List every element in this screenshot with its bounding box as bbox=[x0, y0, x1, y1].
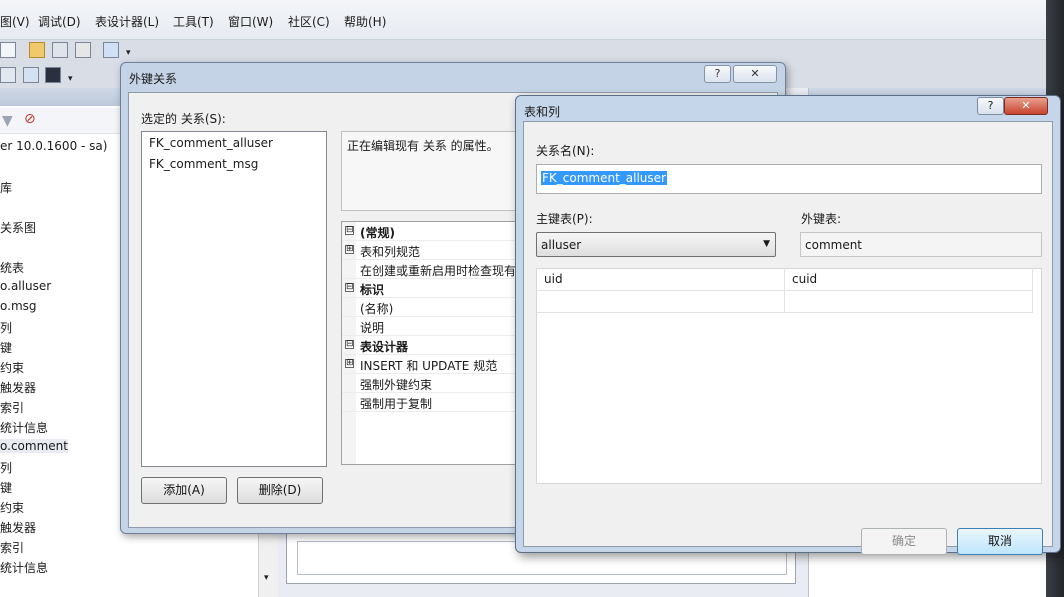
tree-item[interactable]: 触发器 bbox=[0, 379, 36, 396]
property-label: 在创建或重新启用时检查现有 bbox=[360, 264, 517, 278]
designer-toolbar: ▾ bbox=[0, 64, 140, 88]
property-label: 表设计器 bbox=[360, 340, 409, 354]
foreign-table-value: comment bbox=[805, 238, 863, 252]
property-label: 强制用于复制 bbox=[360, 397, 433, 411]
standard-toolbar: ▾ bbox=[0, 40, 140, 62]
image-icon[interactable] bbox=[103, 42, 119, 58]
cancel-button[interactable]: 取消 bbox=[957, 528, 1043, 555]
tree-item[interactable]: 统表 bbox=[0, 259, 24, 276]
tree-item[interactable]: 列 bbox=[0, 319, 12, 336]
tree-item[interactable]: 关系图 bbox=[0, 219, 36, 236]
chart-icon[interactable] bbox=[45, 67, 61, 83]
pk-column-cell[interactable] bbox=[537, 291, 785, 313]
relationship-list[interactable]: FK_comment_alluser FK_comment_msg bbox=[141, 131, 327, 467]
clear-filter-icon[interactable]: ⊘ bbox=[24, 111, 36, 127]
fk-column-cell[interactable]: cuid bbox=[785, 269, 1033, 291]
tree-item[interactable]: 键 bbox=[0, 339, 12, 356]
collapse-icon[interactable]: ⊟ bbox=[345, 226, 354, 235]
menu-debug[interactable]: 调试(D) bbox=[38, 13, 81, 30]
list-item[interactable]: FK_comment_alluser bbox=[149, 136, 273, 150]
collapse-icon[interactable]: ⊟ bbox=[345, 283, 354, 292]
close-button[interactable]: ✕ bbox=[1004, 97, 1048, 115]
chevron-down-icon: ▼ bbox=[763, 239, 770, 249]
menu-view[interactable]: 图(V) bbox=[0, 13, 30, 30]
tree-item[interactable]: 统计信息 bbox=[0, 419, 48, 436]
fk-column-cell[interactable] bbox=[785, 291, 1033, 313]
foreign-table-field: comment bbox=[800, 232, 1042, 257]
chevron-down-icon[interactable]: ▾ bbox=[126, 48, 131, 58]
dialog-body: 关系名(N): FK_comment_alluser 主键表(P): 外键表: … bbox=[523, 121, 1053, 555]
expand-icon[interactable]: ⊞ bbox=[345, 359, 354, 368]
menu-bar: 图(V) 调试(D) 表设计器(L) 工具(T) 窗口(W) 社区(C) 帮助(… bbox=[0, 0, 1064, 40]
menu-window[interactable]: 窗口(W) bbox=[228, 13, 273, 30]
chevron-down-icon[interactable]: ▾ bbox=[68, 74, 73, 84]
relationship-list-label: 选定的 关系(S): bbox=[141, 112, 226, 126]
foreign-table-label: 外键表: bbox=[801, 212, 842, 226]
menu-table-designer[interactable]: 表设计器(L) bbox=[95, 13, 159, 30]
window-icon[interactable] bbox=[23, 67, 39, 83]
tree-item[interactable]: 约束 bbox=[0, 359, 24, 376]
property-label: 表和列规范 bbox=[360, 245, 421, 259]
description-text: 正在编辑现有 关系 的属性。 bbox=[347, 139, 499, 153]
property-label: 说明 bbox=[360, 321, 385, 335]
xml-icon[interactable] bbox=[0, 67, 16, 83]
new-query-icon[interactable] bbox=[0, 42, 16, 58]
property-label: (名称) bbox=[360, 302, 394, 316]
property-label: 强制外键约束 bbox=[360, 378, 433, 392]
property-label: (常规) bbox=[360, 226, 395, 240]
delete-button[interactable]: 删除(D) bbox=[237, 477, 323, 504]
tree-server-node[interactable]: er 10.0.1600 - sa) bbox=[0, 139, 107, 153]
expand-icon[interactable]: ⊞ bbox=[345, 245, 354, 254]
add-button[interactable]: 添加(A) bbox=[141, 477, 227, 504]
column-mapping-grid[interactable]: uid cuid bbox=[536, 268, 1042, 484]
primary-table-select[interactable]: alluser ▼ bbox=[536, 232, 776, 257]
scroll-down-icon[interactable]: ▾ bbox=[264, 573, 269, 583]
menu-help[interactable]: 帮助(H) bbox=[344, 13, 386, 30]
filter-icon[interactable]: ▼ bbox=[2, 113, 13, 129]
menu-community[interactable]: 社区(C) bbox=[288, 13, 330, 30]
pk-column-cell[interactable]: uid bbox=[537, 269, 785, 291]
tables-columns-dialog: 表和列 ? ✕ 关系名(N): FK_comment_alluser 主键表(P… bbox=[515, 95, 1061, 555]
relationship-name-value: FK_comment_alluser bbox=[541, 171, 667, 185]
property-label: 标识 bbox=[360, 283, 385, 297]
help-button[interactable]: ? bbox=[704, 65, 731, 83]
ok-button[interactable]: 确定 bbox=[861, 528, 947, 555]
tree-item[interactable]: 键 bbox=[0, 479, 12, 496]
primary-table-label: 主键表(P): bbox=[536, 212, 593, 226]
open-folder-icon[interactable] bbox=[29, 42, 45, 58]
list-item[interactable]: FK_comment_msg bbox=[149, 157, 258, 171]
help-button[interactable]: ? bbox=[977, 97, 1004, 115]
property-label: INSERT 和 UPDATE 规范 bbox=[360, 359, 498, 373]
relationship-name-label: 关系名(N): bbox=[536, 144, 595, 158]
tree-item[interactable]: 触发器 bbox=[0, 519, 36, 536]
tree-item[interactable]: 统计信息 bbox=[0, 559, 48, 576]
tree-item[interactable]: o.msg bbox=[0, 299, 37, 313]
primary-table-value: alluser bbox=[541, 238, 582, 252]
print-icon[interactable] bbox=[75, 42, 91, 58]
tree-item[interactable]: 索引 bbox=[0, 539, 24, 556]
tree-item-selected[interactable]: o.comment bbox=[0, 439, 68, 453]
close-button[interactable]: ✕ bbox=[733, 65, 777, 83]
dialog-title: 外键关系 bbox=[129, 72, 178, 86]
relationship-name-field[interactable]: FK_comment_alluser bbox=[536, 164, 1042, 194]
tree-item[interactable]: 列 bbox=[0, 459, 12, 476]
tree-item[interactable]: o.alluser bbox=[0, 279, 51, 293]
dialog-title: 表和列 bbox=[524, 105, 561, 119]
tree-item[interactable]: 库 bbox=[0, 179, 12, 196]
collapse-icon[interactable]: ⊟ bbox=[345, 340, 354, 349]
tree-item[interactable]: 索引 bbox=[0, 399, 24, 416]
tree-item[interactable]: 约束 bbox=[0, 499, 24, 516]
menu-tools[interactable]: 工具(T) bbox=[173, 13, 214, 30]
save-icon[interactable] bbox=[52, 42, 68, 58]
